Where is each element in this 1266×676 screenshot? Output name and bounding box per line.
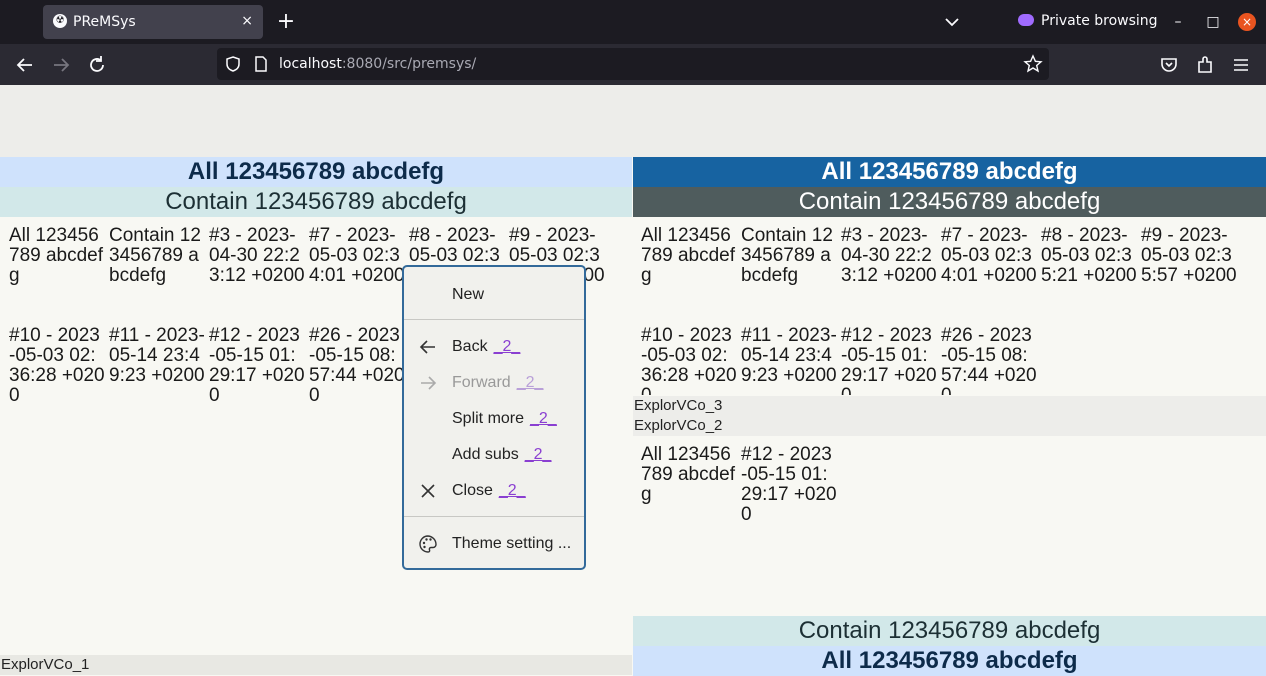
menu-separator: [404, 319, 584, 320]
context-menu: New Back _2_ Forward _2_ Split more _2_ Add…: [402, 265, 586, 570]
tab-strip: ☢ PReMSys × + Private browsing – □ ×: [0, 0, 1266, 44]
menu-item-close[interactable]: Close _2_: [404, 478, 584, 504]
navigation-toolbar: localhost:8080/src/premsys/: [0, 44, 1266, 85]
page-icon[interactable]: [253, 55, 269, 73]
new-tab-button[interactable]: +: [276, 10, 296, 34]
explorvco-2-label: ExplorVCo_2: [633, 416, 1266, 436]
left-all-bar[interactable]: All 123456789 abcdefg: [0, 157, 632, 187]
right-cell-12[interactable]: #12 - 2023-05-15 01:29:17 +0200: [841, 326, 937, 395]
forward-arrow-icon: [418, 373, 438, 393]
right-cell-10[interactable]: #10 - 2023-05-03 02:36:28 +0200: [641, 326, 737, 395]
left-cell-3[interactable]: #3 - 2023-04-30 22:23:12 +0200: [209, 226, 305, 306]
forward-arrow-icon[interactable]: [50, 54, 72, 76]
app-menu-icon[interactable]: [1230, 54, 1252, 76]
left-cell-26[interactable]: #26 - 2023-05-15 08:57:44 +0200: [309, 326, 405, 406]
minimize-button[interactable]: –: [1168, 12, 1188, 32]
tab-premsys[interactable]: ☢ PReMSys ×: [43, 5, 263, 39]
url-text[interactable]: localhost:8080/src/premsys/: [279, 56, 476, 72]
menu-theme-label: Theme setting ...: [452, 535, 572, 552]
pocket-icon[interactable]: [1158, 54, 1180, 76]
menu-close-label: Close: [452, 482, 493, 499]
left-cell-contain[interactable]: Contain 123456789 abcdefg: [109, 226, 205, 306]
reload-icon[interactable]: [86, 54, 108, 76]
menu-split-more-accel: _2_: [530, 410, 557, 427]
private-browsing-label: Private browsing: [1041, 13, 1158, 29]
list-all-tabs-icon[interactable]: [942, 12, 962, 32]
menu-close-accel: _2_: [498, 482, 526, 499]
palette-icon: [418, 534, 438, 554]
address-bar[interactable]: localhost:8080/src/premsys/: [217, 48, 1049, 80]
menu-item-add-subs[interactable]: Add subs _2_: [404, 442, 584, 468]
right-cell-all[interactable]: All 123456789 abcdefg: [641, 226, 737, 286]
menu-separator: [404, 516, 584, 517]
menu-new-label: New: [452, 286, 485, 303]
page-viewport: All 123456789 abcdefg Contain 123456789 …: [0, 85, 1266, 676]
right-bottom-contain-bar[interactable]: Contain 123456789 abcdefg: [633, 616, 1266, 646]
private-mask-icon: [1018, 14, 1034, 26]
menu-back-accel: _2_: [493, 338, 521, 355]
right-cell-11[interactable]: #11 - 2023-05-14 23:49:23 +0200: [741, 326, 837, 395]
private-browsing-indicator: Private browsing: [1018, 12, 1158, 30]
explorvco-3-label: ExplorVCo_3: [633, 396, 1266, 416]
menu-add-subs-accel: _2_: [524, 446, 552, 463]
app-favicon-icon: ☢: [53, 14, 67, 28]
left-contain-bar[interactable]: Contain 123456789 abcdefg: [0, 187, 632, 217]
bookmark-star-icon[interactable]: [1023, 54, 1043, 74]
left-cell-all[interactable]: All 123456789 abcdefg: [9, 226, 105, 286]
right-bottom-all-bar[interactable]: All 123456789 abcdefg: [633, 646, 1266, 676]
left-cell-10[interactable]: #10 - 2023-05-03 02:36:28 +0200: [9, 326, 105, 406]
menu-item-theme-setting[interactable]: Theme setting ...: [404, 531, 584, 557]
extensions-icon[interactable]: [1194, 54, 1216, 76]
close-x-icon: [418, 481, 438, 501]
explorvco-1-label: ExplorVCo_1: [0, 655, 632, 675]
top-spacer: [0, 85, 1266, 157]
right-cell-7[interactable]: #7 - 2023-05-03 02:34:01 +0200: [941, 226, 1037, 306]
close-window-button[interactable]: ×: [1238, 13, 1256, 31]
right-lower-cell-all[interactable]: All 123456789 abcdefg: [641, 445, 737, 505]
menu-add-subs-label: Add subs: [452, 446, 519, 463]
right-all-bar[interactable]: All 123456789 abcdefg: [633, 157, 1266, 187]
menu-forward-label: Forward: [452, 374, 511, 391]
right-cell-contain[interactable]: Contain 123456789 abcdefg: [741, 226, 837, 306]
left-cell-12[interactable]: #12 - 2023-05-15 01:29:17 +0200: [209, 326, 305, 406]
right-contain-bar[interactable]: Contain 123456789 abcdefg: [633, 187, 1266, 217]
right-cell-9[interactable]: #9 - 2023-05-03 02:35:57 +0200: [1141, 226, 1237, 306]
maximize-button[interactable]: □: [1203, 12, 1223, 32]
right-cell-26[interactable]: #26 - 2023-05-15 08:57:44 +0200: [941, 326, 1037, 395]
shield-icon[interactable]: [224, 55, 242, 73]
menu-item-back[interactable]: Back _2_: [404, 334, 584, 360]
left-cell-11[interactable]: #11 - 2023-05-14 23:49:23 +0200: [109, 326, 205, 406]
back-arrow-icon[interactable]: [14, 54, 36, 76]
back-arrow-icon: [418, 337, 438, 357]
close-tab-icon[interactable]: ×: [241, 13, 253, 29]
menu-forward-accel: _2_: [516, 374, 544, 391]
right-lower-cell-12[interactable]: #12 - 2023-05-15 01:29:17 +0200: [741, 445, 837, 525]
menu-split-more-label: Split more: [452, 410, 525, 427]
right-cell-8[interactable]: #8 - 2023-05-03 02:35:21 +0200: [1041, 226, 1137, 306]
menu-item-new[interactable]: New: [404, 282, 584, 308]
menu-item-split-more[interactable]: Split more _2_: [404, 406, 584, 432]
tab-title: PReMSys: [73, 14, 136, 30]
menu-back-label: Back: [452, 338, 488, 355]
left-cell-7[interactable]: #7 - 2023-05-03 02:34:01 +0200: [309, 226, 405, 306]
menu-item-forward: Forward _2_: [404, 370, 584, 396]
right-cell-3[interactable]: #3 - 2023-04-30 22:23:12 +0200: [841, 226, 937, 306]
